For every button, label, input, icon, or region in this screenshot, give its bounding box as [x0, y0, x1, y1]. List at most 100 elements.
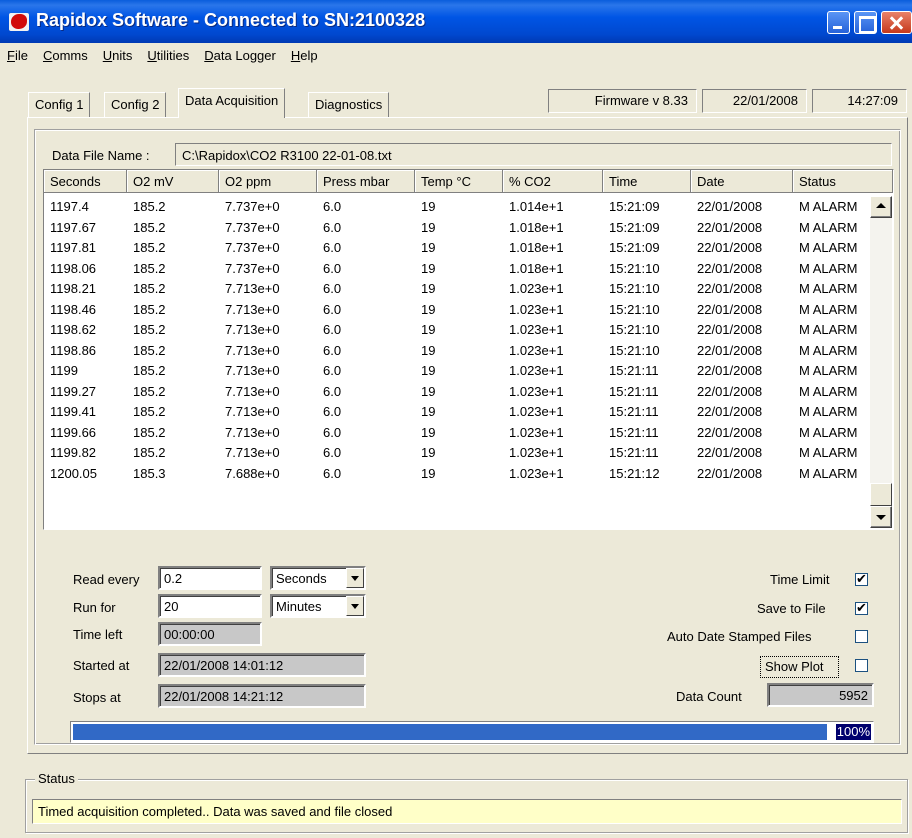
column-header-seconds[interactable]: Seconds — [44, 170, 127, 193]
vertical-scrollbar[interactable] — [870, 196, 892, 528]
chevron-down-icon[interactable] — [346, 568, 364, 588]
menu-data-logger[interactable]: Data Logger — [197, 44, 284, 66]
table-cell: 1.023e+1 — [509, 465, 564, 481]
table-row[interactable]: 1197.81 185.2 7.737e+0 6.0 19 1.018e+1 15:21:0… — [44, 238, 870, 259]
column-header-o2-ppm[interactable]: O2 ppm — [219, 170, 317, 193]
table-cell: 15:21:10 — [609, 342, 660, 358]
table-row[interactable]: 1198.86 185.2 7.713e+0 6.0 19 1.023e+1 15:21:1… — [44, 341, 870, 362]
column-header-temp[interactable]: Temp °C — [415, 170, 503, 193]
table-cell: 22/01/2008 — [697, 281, 763, 296]
table-row[interactable]: 1197.67 185.2 7.737e+0 6.0 19 1.018e+1 15:21:0… — [44, 218, 870, 239]
table-cell: 15:21:12 — [609, 465, 660, 481]
maximize-button[interactable] — [854, 11, 877, 34]
table-row[interactable]: 1200.05 185.3 7.688e+0 6.0 19 1.023e+1 15:21:1… — [44, 464, 870, 485]
table-cell: 1.023e+1 — [509, 404, 564, 419]
close-button[interactable] — [881, 11, 912, 34]
column-header-time[interactable]: Time — [603, 170, 691, 193]
table-cell: 7.737e+0 — [225, 260, 280, 276]
stops-at-label: Stops at — [73, 690, 121, 705]
table-cell: 185.2 — [133, 383, 166, 399]
table-cell: 15:21:09 — [609, 219, 660, 235]
tab-data-acquisition[interactable]: Data Acquisition — [178, 88, 286, 118]
table-cell: 1199.82 — [50, 445, 97, 460]
run-for-unit-select[interactable]: Minutes — [270, 594, 366, 618]
table-row[interactable]: 1199.66 185.2 7.713e+0 6.0 19 1.023e+1 15:21:1… — [44, 423, 870, 444]
table-cell: 15:21:10 — [609, 322, 660, 337]
table-cell: 7.713e+0 — [225, 363, 280, 378]
show-plot-label: Show Plot — [760, 656, 839, 678]
auto-date-stamped-checkbox[interactable] — [855, 630, 868, 643]
table-cell: 19 — [421, 383, 436, 399]
app-icon[interactable] — [9, 13, 29, 31]
table-cell: 19 — [421, 424, 436, 440]
table-cell: 1.023e+1 — [509, 281, 564, 296]
read-every-unit-select[interactable]: Seconds — [270, 566, 366, 590]
table-cell: 22/01/2008 — [697, 219, 763, 235]
column-header-status[interactable]: Status — [793, 170, 893, 193]
tab-diagnostics[interactable]: Diagnostics — [308, 92, 390, 118]
run-for-input[interactable]: 20 — [158, 594, 262, 618]
title-bar[interactable]: Rapidox Software - Connected to SN:21003… — [0, 0, 912, 43]
menu-comms[interactable]: Comms — [36, 44, 96, 66]
time-limit-checkbox[interactable]: ✔ — [855, 571, 868, 586]
table-cell: 6.0 — [323, 240, 342, 255]
table-cell: 15:21:09 — [609, 240, 660, 255]
table-cell: 19 — [421, 281, 436, 296]
save-to-file-label: Save to File — [757, 601, 826, 616]
menu-help[interactable]: Help — [284, 44, 326, 66]
tab-config-1[interactable]: Config 1 — [28, 92, 91, 118]
check-icon: ✔ — [856, 600, 867, 615]
read-every-unit-value: Seconds — [276, 571, 327, 586]
table-cell: 7.713e+0 — [225, 301, 280, 317]
auto-date-stamped-label: Auto Date Stamped Files — [667, 629, 812, 644]
table-row[interactable]: 1199 185.2 7.713e+0 6.0 19 1.023e+1 15:21:11 22… — [44, 361, 870, 382]
table-row[interactable]: 1199.41 185.2 7.713e+0 6.0 19 1.023e+1 15:21:1… — [44, 402, 870, 423]
table-cell: 1198.21 — [50, 281, 97, 296]
table-cell: 6.0 — [323, 445, 342, 460]
chevron-down-icon[interactable] — [346, 596, 364, 616]
column-header-date[interactable]: Date — [691, 170, 793, 193]
table-row[interactable]: 1199.82 185.2 7.713e+0 6.0 19 1.023e+1 15:21:1… — [44, 443, 870, 464]
table-body: 1197.4 185.2 7.737e+0 6.0 19 1.014e+1 15:21:09… — [44, 197, 870, 484]
column-header-o2-mv[interactable]: O2 mV — [127, 170, 219, 193]
table-cell: 22/01/2008 — [697, 301, 763, 317]
menu-file[interactable]: File — [0, 44, 36, 66]
table-cell: 1198.86 — [50, 342, 97, 358]
table-cell: 1.023e+1 — [509, 383, 564, 399]
table-header: Seconds O2 mV O2 ppm Press mbar Temp °C … — [44, 170, 893, 193]
scroll-down-button[interactable] — [870, 506, 892, 528]
data-table[interactable]: Seconds O2 mV O2 ppm Press mbar Temp °C … — [43, 169, 894, 530]
table-row[interactable]: 1198.06 185.2 7.737e+0 6.0 19 1.018e+1 15:21:1… — [44, 259, 870, 280]
table-row[interactable]: 1197.4 185.2 7.737e+0 6.0 19 1.014e+1 15:21:09… — [44, 197, 870, 218]
firmware-version: Firmware v 8.33 — [548, 89, 697, 113]
minimize-button[interactable] — [827, 11, 850, 34]
table-row[interactable]: 1198.46 185.2 7.713e+0 6.0 19 1.023e+1 15:21:1… — [44, 300, 870, 321]
table-cell: 22/01/2008 — [697, 445, 763, 460]
status-group-title: Status — [35, 771, 78, 786]
table-cell: 19 — [421, 240, 436, 255]
table-cell: M ALARM — [799, 322, 858, 337]
column-header-co2[interactable]: % CO2 — [503, 170, 603, 193]
save-to-file-checkbox[interactable]: ✔ — [855, 600, 868, 615]
scroll-thumb[interactable] — [870, 483, 892, 506]
table-cell: 185.3 — [133, 465, 166, 481]
table-row[interactable]: 1199.27 185.2 7.713e+0 6.0 19 1.023e+1 15:21:1… — [44, 382, 870, 403]
show-plot-checkbox[interactable] — [855, 659, 868, 672]
scroll-up-button[interactable] — [870, 196, 892, 218]
table-cell: 22/01/2008 — [697, 342, 763, 358]
table-cell: 19 — [421, 301, 436, 317]
table-row[interactable]: 1198.21 185.2 7.713e+0 6.0 19 1.023e+1 15:21:1… — [44, 279, 870, 300]
table-row[interactable]: 1198.62 185.2 7.713e+0 6.0 19 1.023e+1 15:21:1… — [44, 320, 870, 341]
read-every-input[interactable]: 0.2 — [158, 566, 262, 590]
table-cell: 19 — [421, 445, 436, 460]
column-header-press-mbar[interactable]: Press mbar — [317, 170, 415, 193]
tab-config-2[interactable]: Config 2 — [104, 92, 167, 118]
table-cell: 185.2 — [133, 260, 166, 276]
table-cell: 15:21:11 — [609, 404, 659, 419]
data-count-label: Data Count — [676, 689, 742, 704]
table-cell: 1198.06 — [50, 260, 97, 276]
table-cell: 1199.41 — [50, 404, 97, 419]
data-file-label: Data File Name : — [52, 148, 150, 163]
menu-units[interactable]: Units — [96, 44, 141, 66]
menu-utilities[interactable]: Utilities — [140, 44, 197, 66]
